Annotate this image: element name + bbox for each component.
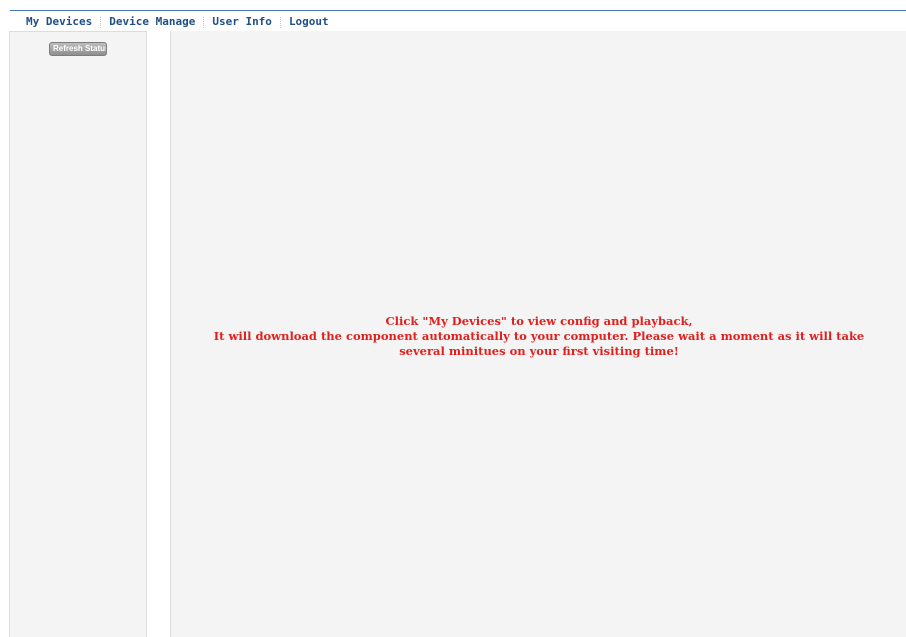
refresh-status-button[interactable]: Refresh Status xyxy=(49,42,107,56)
panel-splitter[interactable] xyxy=(147,31,170,637)
main-content-panel: Click "My Devices" to view config and pl… xyxy=(170,31,906,637)
top-nav: My Devices Device Manage User Info Logou… xyxy=(10,12,337,32)
nav-my-devices[interactable]: My Devices xyxy=(10,12,100,32)
device-sidebar: Refresh Status xyxy=(9,31,147,637)
message-line: It will download the component automatic… xyxy=(213,329,865,343)
top-divider xyxy=(10,10,906,11)
nav-user-info[interactable]: User Info xyxy=(204,12,280,32)
nav-device-manage[interactable]: Device Manage xyxy=(101,12,203,32)
message-line: Click "My Devices" to view config and pl… xyxy=(385,314,693,328)
message-line: several minitues on your first visiting … xyxy=(399,344,679,358)
nav-logout[interactable]: Logout xyxy=(281,12,337,32)
info-message: Click "My Devices" to view config and pl… xyxy=(171,314,906,359)
